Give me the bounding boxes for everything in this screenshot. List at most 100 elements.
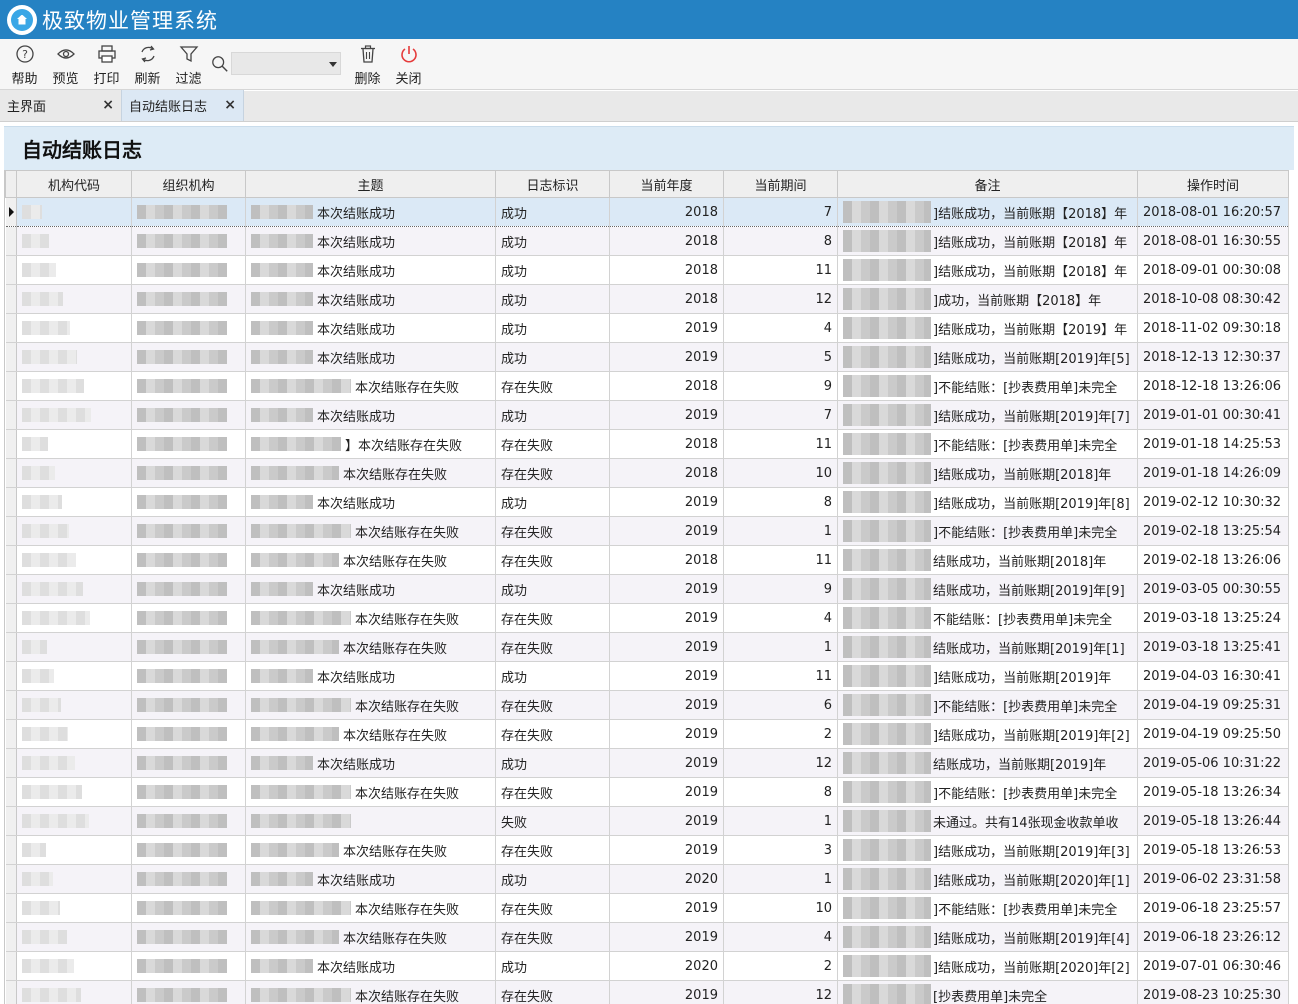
- help-button[interactable]: ? 帮助: [4, 39, 45, 90]
- table-row[interactable]: 本次结账存在失败 存在失败 2019 2]结账成功，当前账期[2019]年[2] 201…: [5, 719, 1289, 749]
- table-row[interactable]: 本次结账存在失败 存在失败 2019 4 不能结账：[抄表费用单]未完全 2019-03-…: [5, 603, 1289, 633]
- print-button[interactable]: 打印: [86, 39, 127, 90]
- row-header[interactable]: [5, 197, 17, 227]
- preview-button[interactable]: 预览: [45, 39, 86, 90]
- log-grid[interactable]: 机构代码 组织机构 主题 日志标识 当前年度 当前期间 备注 操作时间 本次结账…: [4, 170, 1294, 1004]
- row-header[interactable]: [5, 429, 17, 459]
- row-header[interactable]: [5, 661, 17, 691]
- cell-log-flag: 成功: [495, 748, 610, 778]
- table-row[interactable]: 本次结账成功 成功 2018 8]结账成功，当前账期【2018】年 2018-08-01…: [5, 226, 1289, 256]
- table-row[interactable]: 本次结账存在失败 存在失败 2019 3]结账成功，当前账期[2019]年[3] 201…: [5, 835, 1289, 865]
- delete-button[interactable]: 删除: [347, 39, 388, 90]
- table-row[interactable]: 本次结账存在失败 存在失败 2018 9]不能结账：[抄表费用单]未完全 2018-12…: [5, 371, 1289, 401]
- cell-current-period: 7: [723, 197, 838, 227]
- row-header[interactable]: [5, 313, 17, 343]
- table-row[interactable]: 本次结账存在失败 存在失败 2018 11 结账成功，当前账期[2018]年 2019-0…: [5, 545, 1289, 575]
- col-remark[interactable]: 备注: [837, 170, 1138, 198]
- table-row[interactable]: 本次结账成功 成功 2019 9 结账成功，当前账期[2019]年[9] 2019-03-…: [5, 574, 1289, 604]
- table-row[interactable]: 本次结账成功 成功 2018 7]结账成功，当前账期【2018】年 2018-08-01…: [5, 197, 1289, 227]
- row-header[interactable]: [5, 777, 17, 807]
- table-row[interactable]: 本次结账成功 成功 2018 11]结账成功，当前账期【2018】年 2018-09-0…: [5, 255, 1289, 285]
- chevron-down-icon[interactable]: [329, 62, 337, 67]
- subject-text: 本次结账成功: [317, 960, 396, 976]
- table-row[interactable]: 本次结账存在失败 存在失败 2019 1]不能结账：[抄表费用单]未完全 2019-02…: [5, 516, 1289, 546]
- table-row[interactable]: 本次结账成功 成功 2019 5]结账成功，当前账期[2019]年[5] 2018-12…: [5, 342, 1289, 372]
- table-row[interactable]: 本次结账成功 成功 2019 7]结账成功，当前账期[2019]年[7] 2019-01…: [5, 400, 1289, 430]
- table-row[interactable]: 本次结账存在失败 存在失败 2019 1 结账成功，当前账期[2019]年[1] 2019…: [5, 632, 1289, 662]
- redacted-org-code: [22, 205, 42, 219]
- table-row[interactable]: 本次结账成功 成功 2019 4]结账成功，当前账期【2019】年 2018-11-02…: [5, 313, 1289, 343]
- redacted-subject-prefix: [251, 408, 313, 422]
- row-header[interactable]: [5, 748, 17, 778]
- table-row[interactable]: 失败 2019 1 未通过。共有14张现金收款单收 2019-05-18 13:26:4…: [5, 806, 1289, 836]
- row-header[interactable]: [5, 574, 17, 604]
- row-header[interactable]: [5, 603, 17, 633]
- table-row[interactable]: 本次结账存在失败 存在失败 2019 4]结账成功，当前账期[2019]年[4] 201…: [5, 922, 1289, 952]
- row-header[interactable]: [5, 284, 17, 314]
- table-row[interactable]: 本次结账成功 成功 2020 2]结账成功，当前账期[2020]年[2] 2019-07…: [5, 951, 1289, 981]
- row-header[interactable]: [5, 690, 17, 720]
- table-row[interactable]: 本次结账存在失败 存在失败 2019 10]不能结账：[抄表费用单]未完全 2019-0…: [5, 893, 1289, 923]
- filter-button[interactable]: 过滤: [168, 39, 209, 90]
- table-row[interactable]: 本次结账成功 成功 2018 12]成功，当前账期【2018】年 2018-10-08 …: [5, 284, 1289, 314]
- remark-wrap: ]不能结账：[抄表费用单]未完全: [843, 433, 1132, 455]
- redacted-organization: [137, 611, 227, 625]
- col-organization[interactable]: 组织机构: [131, 170, 246, 198]
- close-icon[interactable]: ×: [102, 97, 114, 113]
- table-row[interactable]: 本次结账存在失败 存在失败 2018 10]结账成功，当前账期[2018]年 2019-…: [5, 458, 1289, 488]
- redacted-subject-prefix: [251, 756, 313, 770]
- row-header[interactable]: [5, 951, 17, 981]
- row-header[interactable]: [5, 458, 17, 488]
- col-operation-time[interactable]: 操作时间: [1137, 170, 1289, 198]
- row-header[interactable]: [5, 255, 17, 285]
- row-header[interactable]: [5, 893, 17, 923]
- table-row[interactable]: 】本次结账存在失败 存在失败 2018 11]不能结账：[抄表费用单]未完全 2019-…: [5, 429, 1289, 459]
- table-row[interactable]: 本次结账存在失败 存在失败 2019 6]不能结账：[抄表费用单]未完全 2019-04…: [5, 690, 1289, 720]
- row-header[interactable]: [5, 835, 17, 865]
- row-header[interactable]: [5, 487, 17, 517]
- row-header[interactable]: [5, 806, 17, 836]
- redacted-remark-prefix: [843, 868, 931, 890]
- cell-operation-time: 2019-01-18 14:26:09: [1137, 458, 1289, 488]
- refresh-button[interactable]: 刷新: [127, 39, 168, 90]
- redacted-organization: [137, 930, 227, 944]
- cell-remark: ]结账成功，当前账期【2018】年: [837, 197, 1138, 227]
- row-header[interactable]: [5, 632, 17, 662]
- row-header[interactable]: [5, 864, 17, 894]
- row-header[interactable]: [5, 371, 17, 401]
- table-row[interactable]: 本次结账成功 成功 2020 1]结账成功，当前账期[2020]年[1] 2019-06…: [5, 864, 1289, 894]
- redacted-organization: [137, 959, 227, 973]
- cell-current-period: 11: [723, 545, 838, 575]
- tab-auto-closing-log[interactable]: 自动结账日志 ×: [121, 90, 244, 121]
- remark-wrap: ]结账成功，当前账期【2018】年: [843, 201, 1132, 223]
- tab-home[interactable]: 主界面 ×: [0, 90, 121, 121]
- redacted-org-code: [22, 756, 75, 770]
- table-row[interactable]: 本次结账存在失败 存在失败 2019 12 [抄表费用单]未完全 2019-08-23 1…: [5, 980, 1289, 1004]
- col-subject[interactable]: 主题: [245, 170, 496, 198]
- col-current-period[interactable]: 当前期间: [723, 170, 838, 198]
- remark-wrap: ]结账成功，当前账期[2018]年: [843, 462, 1132, 484]
- row-header[interactable]: [5, 980, 17, 1004]
- close-icon[interactable]: ×: [224, 97, 236, 113]
- col-log-flag[interactable]: 日志标识: [495, 170, 610, 198]
- close-button[interactable]: 关闭: [388, 39, 429, 90]
- table-row[interactable]: 本次结账成功 成功 2019 12 结账成功，当前账期[2019]年 2019-05-06…: [5, 748, 1289, 778]
- subject-wrap: 本次结账存在失败: [251, 986, 490, 1004]
- table-row[interactable]: 本次结账存在失败 存在失败 2019 8]不能结账：[抄表费用单]未完全 2019-05…: [5, 777, 1289, 807]
- cell-org-code: [16, 400, 132, 430]
- col-org-code[interactable]: 机构代码: [16, 170, 132, 198]
- cell-current-period: 9: [723, 574, 838, 604]
- row-header[interactable]: [5, 342, 17, 372]
- table-row[interactable]: 本次结账成功 成功 2019 11]结账成功，当前账期[2019]年 2019-04-0…: [5, 661, 1289, 691]
- row-header[interactable]: [5, 516, 17, 546]
- filter-label: 过滤: [175, 72, 202, 87]
- col-current-year[interactable]: 当前年度: [609, 170, 724, 198]
- search-combo[interactable]: [231, 52, 341, 75]
- table-row[interactable]: 本次结账成功 成功 2019 8]结账成功，当前账期[2019]年[8] 2019-02…: [5, 487, 1289, 517]
- row-header[interactable]: [5, 922, 17, 952]
- row-header[interactable]: [5, 545, 17, 575]
- row-header[interactable]: [5, 226, 17, 256]
- row-header[interactable]: [5, 400, 17, 430]
- row-header[interactable]: [5, 719, 17, 749]
- search-input[interactable]: [232, 53, 328, 74]
